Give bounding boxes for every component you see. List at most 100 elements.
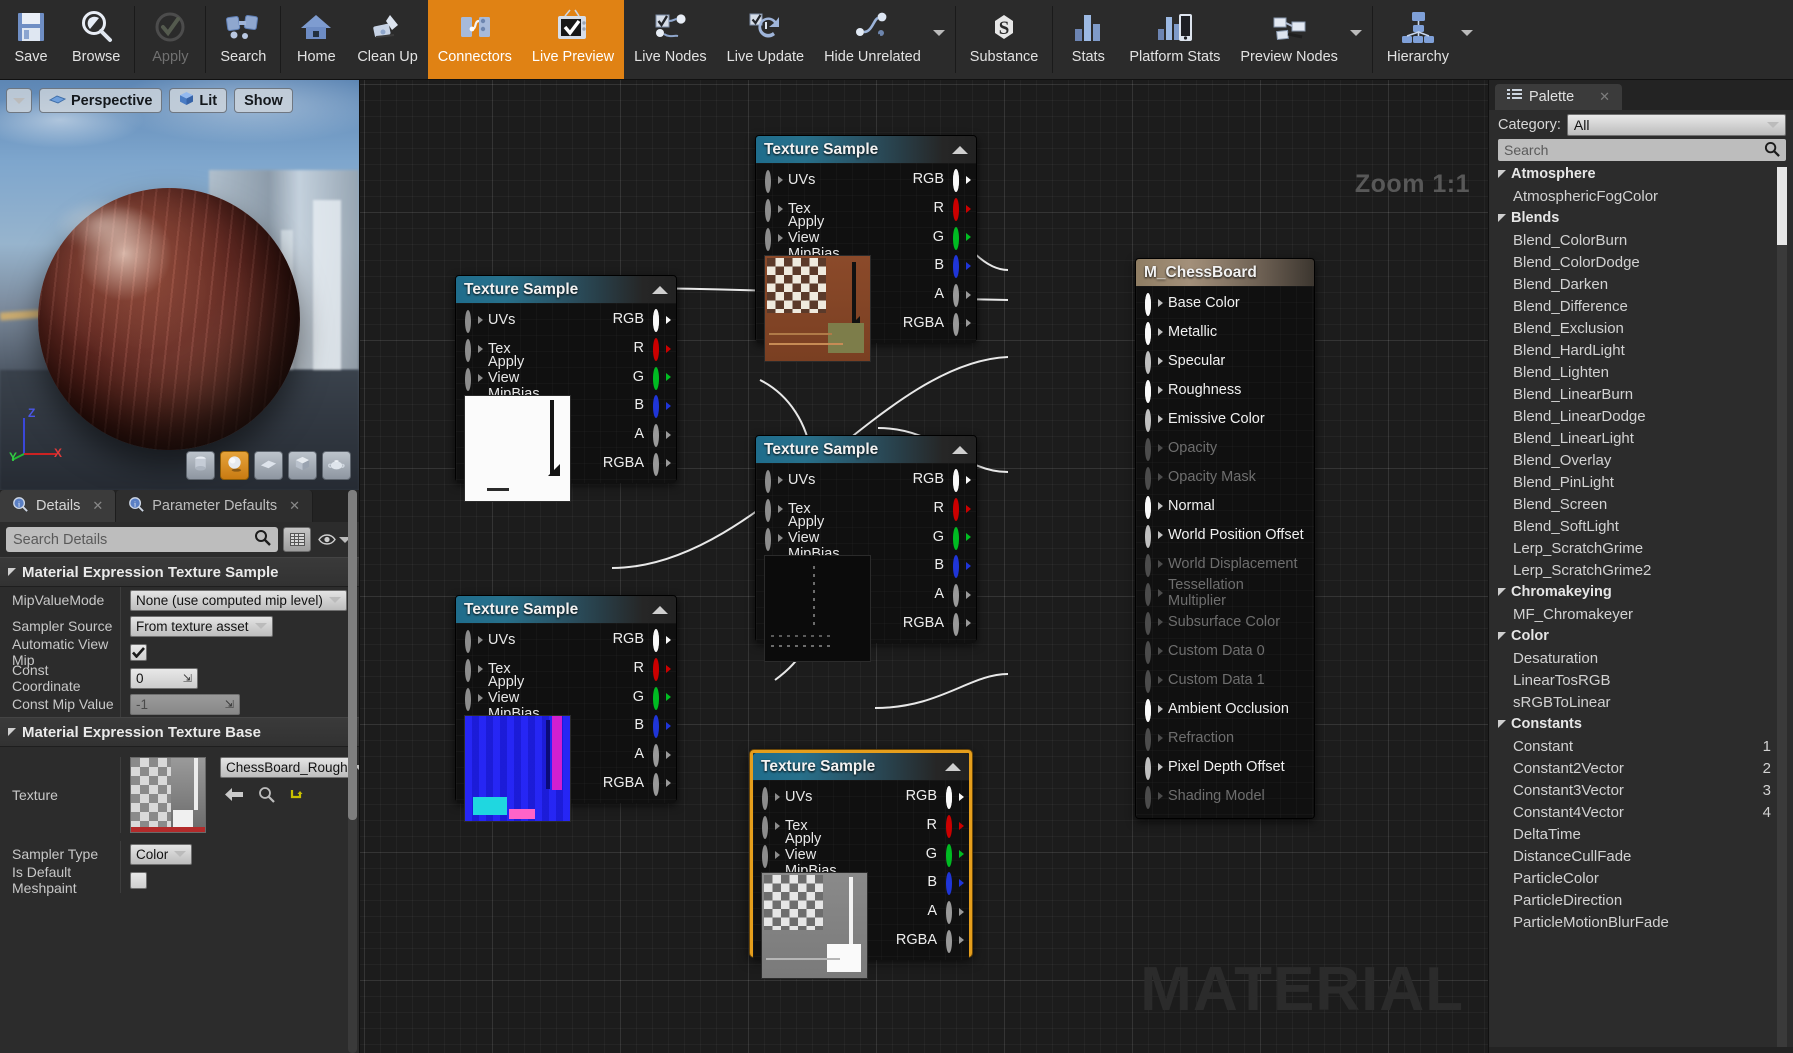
- toolbar-button-live-preview[interactable]: Live Preview: [521, 0, 625, 79]
- node-output-row[interactable]: RGB: [866, 465, 976, 494]
- material-graph-canvas[interactable]: MATERIAL Zoom 1:1 Texture Sample UVs Tex…: [360, 80, 1488, 1053]
- output-pin-icon[interactable]: [653, 309, 671, 333]
- palette-group-chromakeying[interactable]: Chromakeying: [1498, 581, 1793, 603]
- output-pin-icon[interactable]: [953, 284, 971, 308]
- node-output-row[interactable]: B: [566, 391, 676, 420]
- palette-item[interactable]: Blend_LinearDodge: [1498, 405, 1793, 427]
- output-pin-icon[interactable]: [953, 198, 971, 221]
- material-input-pin-icon[interactable]: [1145, 698, 1163, 722]
- details-section-header[interactable]: Material Expression Texture Sample: [0, 557, 359, 587]
- output-pin-icon[interactable]: [653, 715, 671, 739]
- node-header[interactable]: Texture Sample: [456, 596, 676, 623]
- details-search-input[interactable]: Search Details: [6, 527, 278, 552]
- output-pin-icon[interactable]: [653, 452, 671, 476]
- input-pin-icon[interactable]: [465, 309, 483, 333]
- input-pin-icon[interactable]: [765, 469, 783, 493]
- details-number-input[interactable]: 0 ⇲: [130, 667, 198, 689]
- palette-item[interactable]: Blend_LinearBurn: [1498, 383, 1793, 405]
- output-pin-icon[interactable]: [653, 629, 671, 653]
- input-pin-icon[interactable]: [765, 498, 783, 522]
- material-input-pin-icon[interactable]: [1145, 350, 1163, 374]
- palette-item[interactable]: Blend_ColorDodge: [1498, 251, 1793, 273]
- toolbar-button-platform-stats[interactable]: Platform Stats: [1119, 0, 1230, 79]
- material-input-row[interactable]: Metallic: [1136, 317, 1314, 346]
- node-input-row[interactable]: Apply View MipBias: [756, 514, 866, 562]
- output-pin-icon[interactable]: [953, 555, 971, 579]
- node-input-row[interactable]: UVs: [756, 465, 866, 494]
- output-pin-icon[interactable]: [653, 366, 671, 390]
- input-pin-icon[interactable]: [762, 844, 780, 868]
- graph-node-material-output[interactable]: M_ChessBoard Base Color Metallic Specula…: [1135, 258, 1315, 819]
- output-pin-icon[interactable]: [946, 843, 964, 867]
- toolbar-button-browse[interactable]: Browse: [62, 0, 130, 79]
- output-pin-icon[interactable]: [653, 772, 671, 796]
- palette-group-blends[interactable]: Blends: [1498, 207, 1793, 229]
- details-grid-view-button[interactable]: [283, 527, 311, 552]
- node-output-row[interactable]: R: [866, 194, 976, 223]
- palette-item[interactable]: DeltaTime: [1498, 823, 1793, 845]
- browse-to-asset-icon[interactable]: [258, 786, 275, 808]
- viewport-options-button[interactable]: [6, 88, 32, 113]
- details-combo[interactable]: Color: [130, 843, 193, 865]
- input-pin-icon[interactable]: [765, 227, 783, 251]
- input-pin-icon[interactable]: [465, 338, 483, 362]
- toolbar-button-hide-unrelated[interactable]: Hide Unrelated: [814, 0, 931, 79]
- toolbar-button-live-update[interactable]: Live Update: [717, 0, 814, 79]
- toolbar-button-live-nodes[interactable]: Live Nodes: [624, 0, 717, 79]
- material-input-row[interactable]: World Position Offset: [1136, 520, 1314, 549]
- material-input-row[interactable]: Normal: [1136, 491, 1314, 520]
- palette-item[interactable]: Blend_Difference: [1498, 295, 1793, 317]
- graph-node-texture-sample[interactable]: Texture Sample UVs Tex Apply View MipBia…: [755, 135, 977, 362]
- palette-group-constants[interactable]: Constants: [1498, 713, 1793, 735]
- details-checkbox[interactable]: [130, 871, 147, 889]
- material-input-pin-icon[interactable]: [1145, 379, 1163, 403]
- node-output-row[interactable]: G: [866, 222, 976, 251]
- use-selected-asset-icon[interactable]: [224, 787, 244, 807]
- node-output-row[interactable]: RGBA: [866, 308, 976, 337]
- node-input-row[interactable]: UVs: [756, 165, 866, 194]
- palette-item[interactable]: Blend_Darken: [1498, 273, 1793, 295]
- graph-node-texture-sample[interactable]: Texture Sample UVs Tex Apply View MipBia…: [750, 750, 972, 979]
- tab-details[interactable]: i Details ✕: [0, 490, 117, 522]
- node-output-row[interactable]: RGBA: [566, 448, 676, 477]
- input-pin-icon[interactable]: [762, 815, 780, 839]
- node-output-row[interactable]: R: [566, 334, 676, 363]
- palette-item[interactable]: Blend_PinLight: [1498, 471, 1793, 493]
- input-pin-icon[interactable]: [465, 629, 483, 653]
- preview-shape-cylinder-button[interactable]: [186, 451, 215, 480]
- palette-item[interactable]: Constant2Vector 2: [1498, 757, 1793, 779]
- palette-item[interactable]: ParticleMotionBlurFade: [1498, 911, 1793, 933]
- node-output-row[interactable]: RGB: [866, 165, 976, 194]
- details-content[interactable]: Material Expression Texture Sample MipVal…: [0, 557, 359, 1053]
- preview-shape-teapot-button[interactable]: [322, 451, 351, 480]
- palette-item[interactable]: sRGBToLinear: [1498, 691, 1793, 713]
- node-output-row[interactable]: G: [566, 682, 676, 711]
- output-pin-icon[interactable]: [953, 255, 971, 279]
- collapse-icon[interactable]: [652, 285, 668, 294]
- graph-node-texture-sample[interactable]: Texture Sample UVs Tex Apply View MipBia…: [755, 435, 977, 662]
- node-output-row[interactable]: A: [566, 420, 676, 449]
- palette-scrollbar[interactable]: [1777, 167, 1787, 1047]
- material-preview-viewport[interactable]: Perspective Lit Show Z X Y: [0, 80, 359, 490]
- tab-parameter-defaults[interactable]: i Parameter Defaults ✕: [116, 490, 314, 522]
- viewport-perspective-button[interactable]: Perspective: [39, 88, 163, 113]
- node-output-row[interactable]: RGB: [566, 625, 676, 654]
- node-input-row[interactable]: UVs: [456, 625, 566, 654]
- node-input-row[interactable]: UVs: [456, 305, 566, 334]
- toolbar-button-substance[interactable]: S Substance: [960, 0, 1049, 79]
- material-input-row[interactable]: Specular: [1136, 346, 1314, 375]
- node-output-row[interactable]: RGB: [566, 305, 676, 334]
- palette-item[interactable]: Constant 1: [1498, 735, 1793, 757]
- material-input-row[interactable]: Base Color: [1136, 288, 1314, 317]
- palette-item[interactable]: LinearTosRGB: [1498, 669, 1793, 691]
- node-output-row[interactable]: RGBA: [566, 768, 676, 797]
- output-pin-icon[interactable]: [653, 395, 671, 419]
- palette-item[interactable]: Desaturation: [1498, 647, 1793, 669]
- node-output-row[interactable]: B: [861, 868, 969, 897]
- input-pin-icon[interactable]: [765, 198, 783, 222]
- input-pin-icon[interactable]: [465, 658, 483, 682]
- node-header[interactable]: Texture Sample: [753, 753, 969, 780]
- palette-item[interactable]: Lerp_ScratchGrime2: [1498, 559, 1793, 581]
- output-pin-icon[interactable]: [946, 901, 964, 925]
- palette-item[interactable]: Constant3Vector 3: [1498, 779, 1793, 801]
